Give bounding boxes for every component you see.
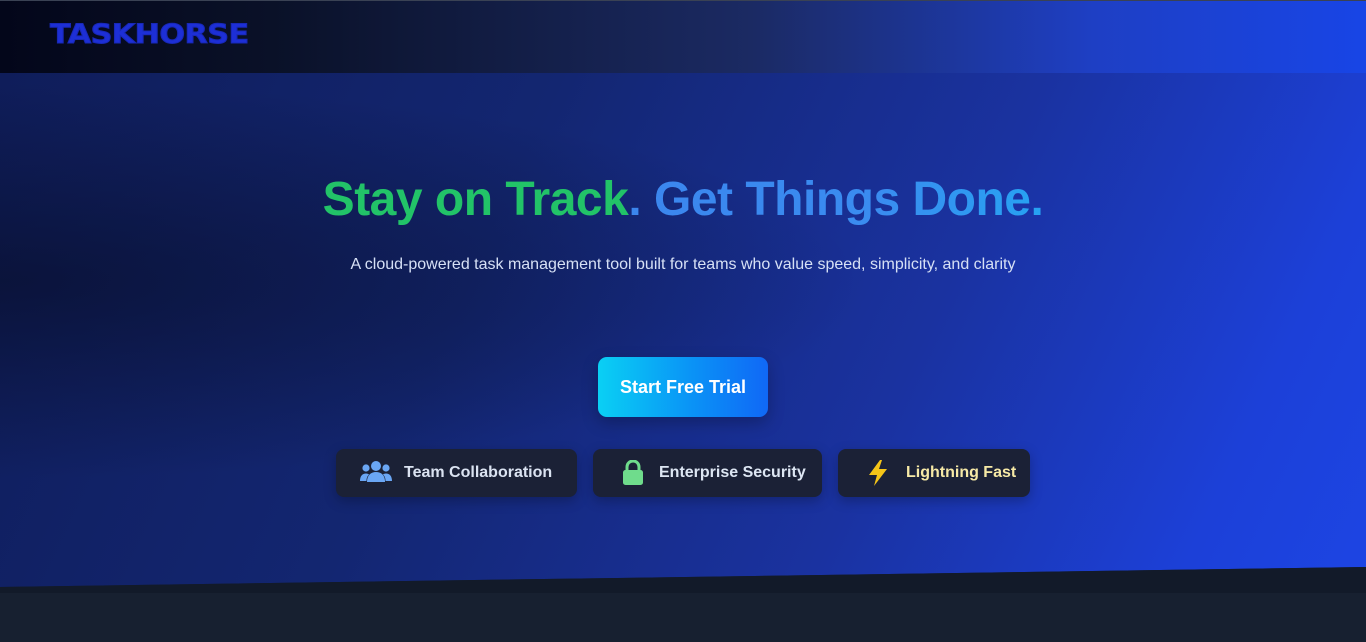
lightning-icon [862,459,894,487]
lock-icon [617,459,649,487]
feature-team-collaboration: Team Collaboration [336,449,577,497]
feature-label: Team Collaboration [404,464,553,481]
landing-page: TASKHORSE Stay on Track. Get Things Done… [0,0,1366,642]
start-free-trial-button[interactable]: Start Free Trial [598,357,768,417]
feature-enterprise-security: Enterprise Security [593,449,822,497]
feature-label: Enterprise Security [659,464,806,481]
users-icon [360,459,392,487]
feature-lightning-fast: Lightning Fast [838,449,1030,497]
hero-subtitle: A cloud-powered task management tool bui… [350,256,1016,273]
hero-section [0,73,1366,593]
headline-highlight: Stay on Track [322,173,629,226]
hero-headline: Stay on Track. Get Things Done. [0,172,1366,227]
site-header: TASKHORSE [0,0,1366,73]
taskhorse-logo[interactable]: TASKHORSE [49,19,249,51]
feature-label: Lightning Fast [906,464,1017,481]
headline-rest: . Get Things Done. [628,173,1044,226]
